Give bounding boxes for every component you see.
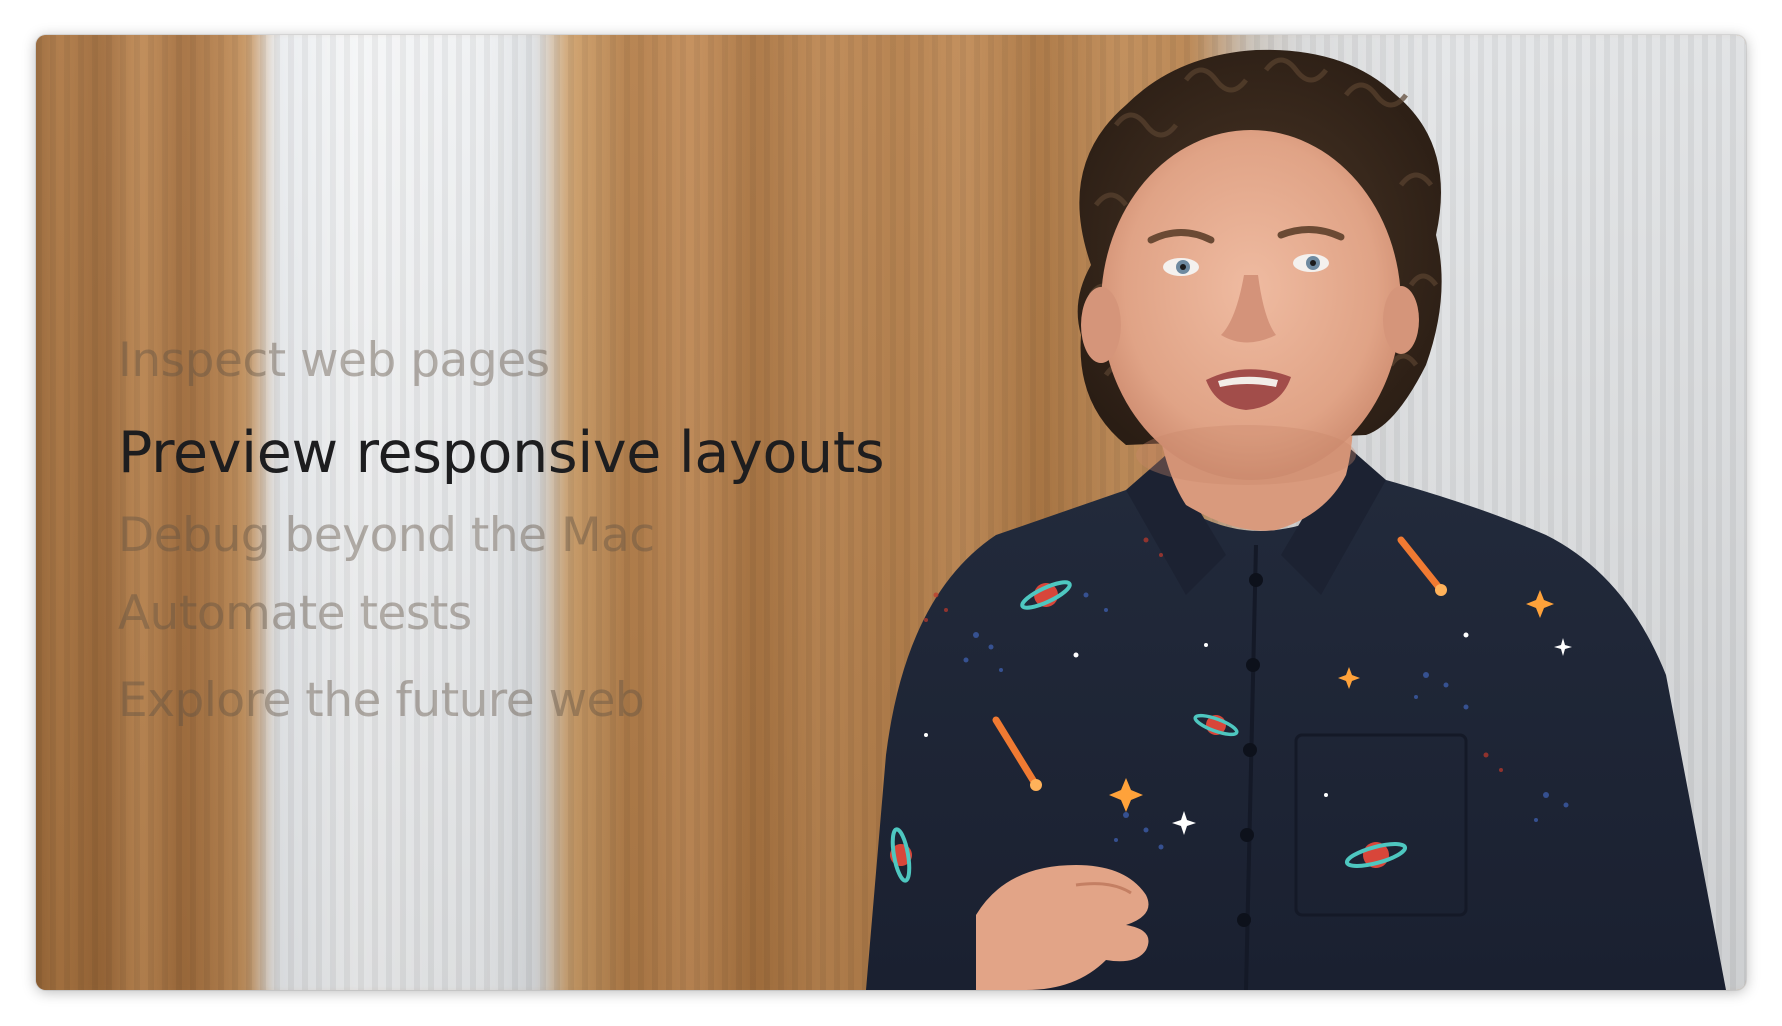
video-window[interactable]: Inspect web pages Preview responsive lay… xyxy=(36,35,1746,990)
topic-debug-beyond-the-mac: Debug beyond the Mac xyxy=(118,508,655,563)
topic-preview-responsive-layouts-active: Preview responsive layouts xyxy=(118,420,885,486)
topic-explore-the-future-web: Explore the future web xyxy=(118,673,645,728)
presenter-figure xyxy=(866,49,1726,990)
ear-left xyxy=(1081,287,1121,363)
topic-automate-tests: Automate tests xyxy=(118,586,472,641)
ear-right xyxy=(1383,286,1419,354)
chapter-topic-list: Inspect web pages Preview responsive lay… xyxy=(118,333,885,762)
video-frame[interactable]: Inspect web pages Preview responsive lay… xyxy=(36,35,1746,990)
topic-inspect-web-pages: Inspect web pages xyxy=(118,333,550,388)
